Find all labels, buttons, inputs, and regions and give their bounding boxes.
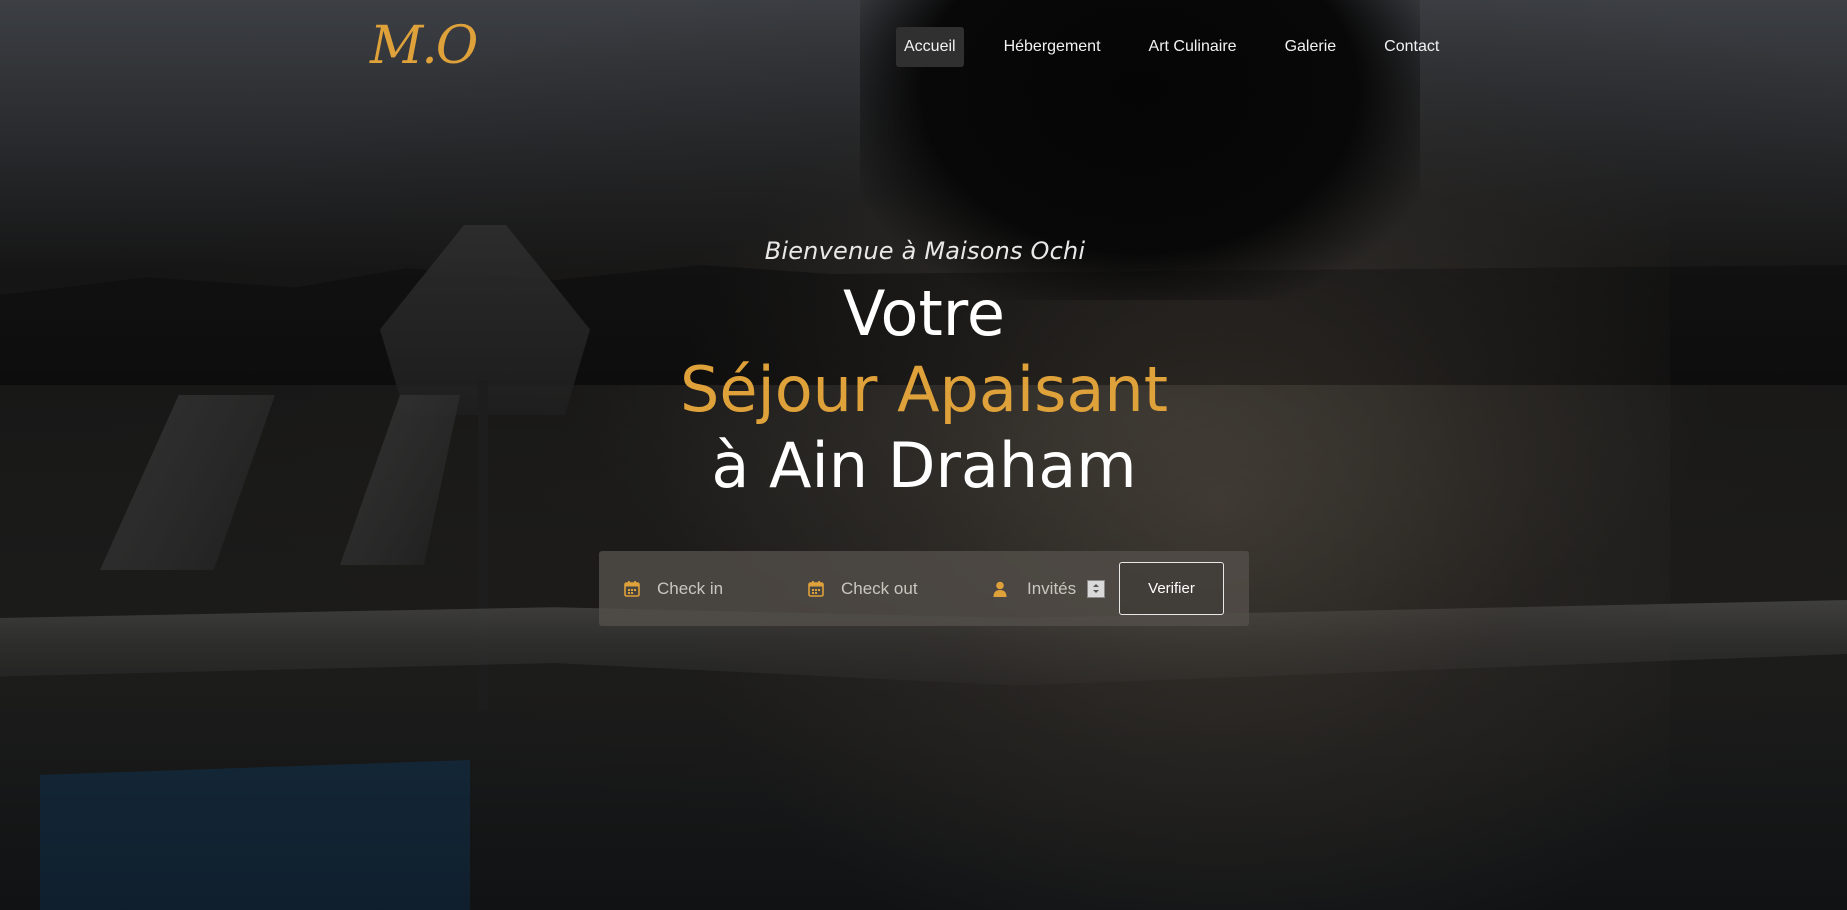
calendar-icon	[807, 580, 825, 598]
checkout-field	[807, 571, 961, 607]
background-lounge-chair	[100, 395, 275, 570]
checkin-field	[623, 571, 777, 607]
verify-button[interactable]: Verifier	[1119, 562, 1224, 615]
checkout-input[interactable]	[841, 579, 961, 599]
hero-headline-line1: Votre	[842, 277, 1006, 350]
background-pool-water	[40, 760, 470, 910]
booking-form: Verifier	[599, 551, 1249, 626]
hero-headline-line3: à Ain Draham	[711, 429, 1137, 502]
guests-field	[991, 571, 1105, 607]
hero-kicker: Bienvenue à Maisons Ochi	[764, 237, 1086, 265]
nav-item-accueil[interactable]: Accueil	[896, 27, 964, 67]
checkin-input[interactable]	[657, 579, 777, 599]
nav-item-hebergement[interactable]: Hébergement	[996, 27, 1109, 67]
background-lounge-chair	[340, 395, 460, 565]
hero-section: M.O Accueil Hébergement Art Culinaire Ga…	[0, 0, 1847, 910]
guests-stepper[interactable]	[1087, 580, 1105, 598]
nav-item-art-culinaire[interactable]: Art Culinaire	[1141, 27, 1245, 67]
hero-headline-line2: Séjour Apaisant	[679, 353, 1169, 426]
user-icon	[991, 580, 1009, 598]
main-nav: Accueil Hébergement Art Culinaire Galeri…	[896, 27, 1479, 67]
site-logo[interactable]: M.O	[370, 14, 500, 78]
calendar-icon	[623, 580, 641, 598]
nav-item-galerie[interactable]: Galerie	[1277, 27, 1345, 67]
logo-text: M.O	[370, 16, 478, 76]
nav-item-contact[interactable]: Contact	[1376, 27, 1447, 67]
guests-input[interactable]	[1027, 579, 1081, 599]
